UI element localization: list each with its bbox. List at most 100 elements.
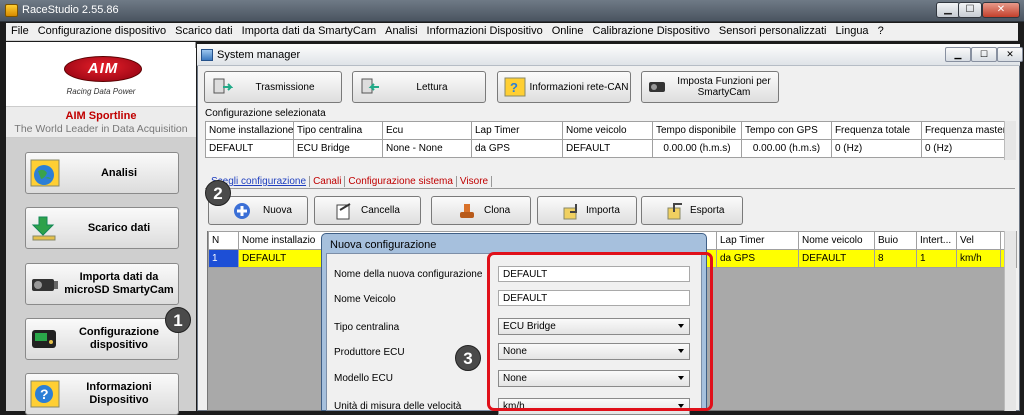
selected-table-scrollbar[interactable] (1004, 121, 1016, 160)
produttore-ecu-label: Produttore ECU (334, 347, 405, 358)
lettura-label: Lettura (416, 81, 448, 93)
col-frequenza-totale: Frequenza totale (830, 121, 922, 140)
tipo-centralina-label: Tipo centralina (334, 322, 400, 333)
system-manager-icon (201, 49, 213, 61)
tab-visore[interactable]: Visore (457, 176, 493, 187)
app-title: RaceStudio 2.55.86 (22, 4, 119, 16)
col-tipo-centralina: Tipo centralina (292, 121, 383, 140)
export-icon (666, 202, 684, 220)
menu-informazioni-dispositivo[interactable]: Informazioni Dispositivo (422, 23, 547, 37)
importa-smartycam-button[interactable]: Importa dati da microSD SmartyCam (25, 263, 179, 305)
system-manager-title: System manager (217, 49, 301, 61)
close-button[interactable]: ✕ (982, 2, 1020, 18)
importa-button[interactable]: Importa (537, 196, 637, 225)
menubar: File Configurazione dispositivo Scarico da… (6, 23, 1018, 41)
step-badge-2: 2 (205, 180, 231, 206)
menu-file[interactable]: File (6, 23, 33, 37)
nuova-label: Nuova (263, 205, 292, 216)
menu-scarico-dati[interactable]: Scarico dati (170, 23, 236, 37)
dialog-title: Nuova configurazione (330, 239, 437, 251)
main-titlebar: RaceStudio 2.55.86 ▁ ☐ ✕ (0, 0, 1024, 22)
sm-close-button[interactable]: ✕ (997, 47, 1023, 62)
col-tempo-disponibile: Tempo disponibile (651, 121, 742, 140)
globe-icon (30, 159, 60, 187)
esporta-label: Esporta (690, 205, 725, 216)
table-cell: ECU Bridge (292, 139, 383, 158)
tab-canali[interactable]: Canali (310, 176, 346, 187)
informazioni-rete-can-button[interactable]: ? Informazioni rete-CAN (497, 71, 631, 103)
esporta-button[interactable]: Esporta (641, 196, 743, 225)
trasmissione-button[interactable]: Trasmissione (204, 71, 342, 103)
menu-lingua[interactable]: Lingua (831, 23, 873, 37)
col-lap-timer: Lap Timer (470, 121, 563, 140)
cancella-label: Cancella (361, 205, 400, 216)
help-icon: ? (30, 380, 60, 408)
clona-label: Clona (484, 205, 511, 216)
scarico-dati-button[interactable]: Scarico dati (25, 207, 179, 249)
tab-configurazione-sistema[interactable]: Configurazione sistema (345, 176, 457, 187)
table-cell: 0.00.00 (h.m.s) (651, 139, 742, 158)
brand-slogan: The World Leader in Data Acquisition (14, 123, 188, 135)
table-cell: 1 (916, 249, 957, 268)
menu-sensori[interactable]: Sensori personalizzati (714, 23, 831, 37)
table-cell[interactable]: km/h (956, 249, 1001, 268)
table-cell: DEFAULT (798, 249, 875, 268)
selected-config-label: Configurazione selezionata (205, 108, 326, 119)
app-icon (5, 4, 18, 17)
download-icon (30, 214, 60, 242)
configurazione-dispositivo-button[interactable]: Configurazione dispositivo (25, 318, 179, 360)
col-buio: Buio (874, 231, 917, 250)
maximize-button[interactable]: ☐ (958, 2, 982, 18)
aim-logo-oval: AIM (64, 56, 142, 82)
table-cell[interactable]: da GPS (716, 249, 799, 268)
col-vel: Vel (956, 231, 1001, 250)
informazioni-rete-can-label: Informazioni rete-CAN (529, 81, 629, 93)
tab-divider (205, 188, 1015, 189)
col-lap-timer: Lap Timer (716, 231, 799, 250)
trasmissione-label: Trasmissione (255, 81, 315, 93)
col-nome-veicolo: Nome veicolo (798, 231, 875, 250)
system-manager-titlebar: System manager ▁ ☐ ✕ (197, 44, 1023, 66)
configurazione-dispositivo-label: Configurazione dispositivo (78, 326, 160, 351)
clona-button[interactable]: Clona (431, 196, 531, 225)
transmit-icon (211, 77, 234, 97)
col-nome-installazione: Nome installazione (205, 121, 294, 140)
informazioni-dispositivo-button[interactable]: ? Informazioni Dispositivo (25, 373, 179, 415)
highlight-box (487, 252, 713, 411)
table-cell: DEFAULT (561, 139, 653, 158)
sm-maximize-button[interactable]: ☐ (971, 47, 997, 62)
read-icon (359, 77, 381, 97)
delete-icon (335, 202, 353, 220)
table-cell: DEFAULT (205, 139, 294, 158)
cancella-button[interactable]: Cancella (314, 196, 421, 225)
minimize-button[interactable]: ▁ (936, 2, 960, 18)
can-info-icon: ? (504, 77, 526, 97)
unita-velocita-label: Unità di misura delle velocità (334, 401, 462, 412)
aim-logo: AIM Racing Data Power (6, 48, 196, 106)
menu-importa-smartycam[interactable]: Importa dati da SmartyCam (237, 23, 381, 37)
menu-configurazione-dispositivo[interactable]: Configurazione dispositivo (33, 23, 170, 37)
imposta-smartycam-button[interactable]: Imposta Funzioni per SmartyCam (641, 71, 779, 103)
importa-label: Importa (586, 205, 620, 216)
brand-name: AIM Sportline (65, 110, 137, 122)
analisi-label: Analisi (100, 166, 138, 179)
config-list-scrollbar[interactable] (1004, 231, 1016, 411)
menu-online[interactable]: Online (547, 23, 588, 37)
table-cell: 1 (208, 249, 239, 268)
menu-analisi[interactable]: Analisi (380, 23, 421, 37)
clone-icon (458, 202, 476, 220)
selected-config-header-row: Nome installazione Tipo centralina Ecu L… (205, 121, 1010, 140)
nome-veicolo-label: Nome Veicolo (334, 294, 396, 305)
sm-minimize-button[interactable]: ▁ (945, 47, 971, 62)
step-badge-3: 3 (455, 345, 481, 371)
scarico-dati-label: Scarico dati (87, 221, 151, 234)
lettura-button[interactable]: Lettura (352, 71, 486, 103)
col-tempo-gps: Tempo con GPS (740, 121, 832, 140)
menu-calibrazione[interactable]: Calibrazione Dispositivo (588, 23, 714, 37)
import-icon (562, 202, 580, 220)
table-cell: 0.00.00 (h.m.s) (740, 139, 832, 158)
analisi-button[interactable]: Analisi (25, 152, 179, 194)
table-row: DEFAULT ECU Bridge None - None da GPS DE… (205, 139, 1010, 158)
imposta-smartycam-label: Imposta Funzioni per SmartyCam (677, 76, 771, 98)
menu-help[interactable]: ? (873, 23, 888, 37)
